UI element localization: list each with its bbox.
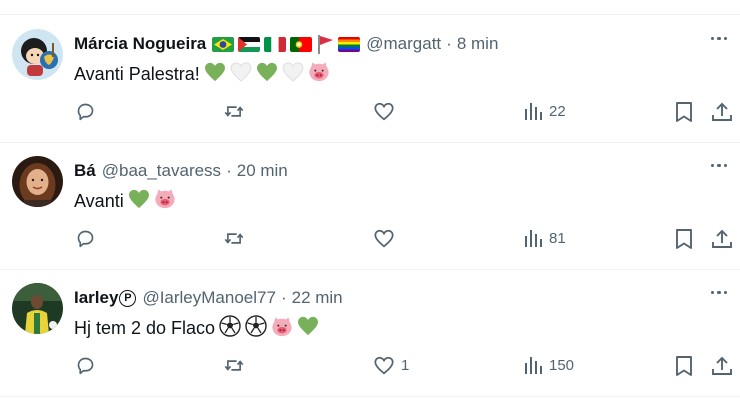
author-name[interactable]: Márcia Nogueira [74,34,206,54]
white-heart-icon [230,61,252,87]
reply-icon [77,103,94,121]
more-options-icon[interactable] [711,291,728,295]
pig-face-icon [308,61,330,87]
author-handle[interactable]: @baa_tavaress [102,161,221,181]
name-flags [212,34,361,54]
author-handle[interactable]: @IarleyManoel77 [142,288,276,308]
tweet-body: Avanti [74,190,124,211]
green-heart-icon [256,62,278,87]
green-heart-icon [128,189,150,214]
rainbow-flag-icon [338,36,361,52]
heart-icon [374,229,394,248]
retweet-button[interactable] [222,228,246,249]
share-icon [712,356,732,375]
author-handle[interactable]: @margatt [366,34,441,54]
reply-icon [77,357,94,375]
green-heart-icon [204,62,226,87]
view-count: 150 [549,357,575,374]
portugal-flag-icon [290,36,313,52]
avatar[interactable] [12,29,63,80]
bookmark-button[interactable] [674,228,694,250]
view-count: 22 [549,103,566,120]
italy-flag-icon [264,36,287,52]
tweet-body: Avanti Palestra! [74,63,200,84]
separator-dot: · [446,34,452,53]
bookmark-button[interactable] [674,355,694,377]
p-badge-icon: P [119,289,137,307]
avatar[interactable] [12,283,63,334]
reply-icon [77,230,94,248]
separator-dot: · [226,161,232,180]
timestamp[interactable]: 22 min [292,288,343,308]
views-icon [525,230,542,247]
red-pennant-flag-icon [316,34,334,54]
tweet[interactable]: Márcia Nogueira @margatt · 8 min Avanti … [0,15,740,143]
reply-button[interactable] [75,355,96,376]
share-icon [712,229,732,248]
palestine-flag-icon [238,36,261,52]
views-icon [525,103,542,120]
view-count: 81 [549,230,566,247]
views-button[interactable]: 22 [523,101,566,122]
more-options-icon[interactable] [711,164,728,168]
like-button[interactable] [373,228,401,249]
timestamp[interactable]: 20 min [237,161,288,181]
tweet-body: Hj tem 2 do Flaco [74,318,216,338]
bookmark-icon [676,102,692,122]
views-button[interactable]: 150 [523,355,574,376]
soccer-ball-icon [245,315,267,342]
green-heart-icon [297,316,319,341]
tweet-text: Avanti Palestra! [74,61,330,87]
reply-button[interactable] [75,228,96,249]
pig-face-icon [271,316,293,342]
views-button[interactable]: 81 [523,228,566,249]
like-button[interactable] [373,101,401,122]
action-bar: 81 [0,228,740,252]
brazil-flag-icon [212,36,235,52]
timestamp[interactable]: 8 min [457,34,499,54]
share-button[interactable] [711,228,733,250]
share-button[interactable] [711,355,733,377]
reply-button[interactable] [75,101,96,122]
heart-icon [374,102,394,121]
retweet-button[interactable] [222,355,246,376]
soccer-ball-icon [219,315,241,342]
tweet-header: Márcia Nogueira @margatt · 8 min [74,32,498,56]
views-icon [525,357,542,374]
retweet-icon [224,233,244,244]
separator-dot: · [280,288,287,307]
tweet-header: Bá @baa_tavaress · 20 min [74,159,288,183]
author-name[interactable]: Iarley [74,288,118,308]
bookmark-button[interactable] [674,101,694,123]
share-button[interactable] [711,101,733,123]
bookmark-icon [676,356,692,376]
action-bar: 1 150 [0,355,740,379]
like-button[interactable]: 1 [373,355,409,376]
tweet[interactable]: Iarley P @IarleyManoel77 · 22 min Hj tem… [0,269,740,397]
pig-face-icon [154,188,176,214]
tweet-text: Hj tem 2 do Flaco [74,315,319,342]
tweet-text: Avanti [74,188,176,214]
share-icon [712,102,732,121]
retweet-icon [224,106,244,117]
retweet-icon [224,360,244,371]
retweet-button[interactable] [222,101,246,122]
like-count: 1 [401,357,410,374]
heart-icon [374,356,394,375]
tweet[interactable]: Bá @baa_tavaress · 20 min Avanti 81 [0,142,740,270]
more-options-icon[interactable] [711,37,728,41]
tweet-header: Iarley P @IarleyManoel77 · 22 min [74,286,343,310]
bookmark-icon [676,229,692,249]
author-name[interactable]: Bá [74,161,96,181]
white-heart-icon [282,61,304,87]
action-bar: 22 [0,101,740,125]
avatar[interactable] [12,156,63,207]
